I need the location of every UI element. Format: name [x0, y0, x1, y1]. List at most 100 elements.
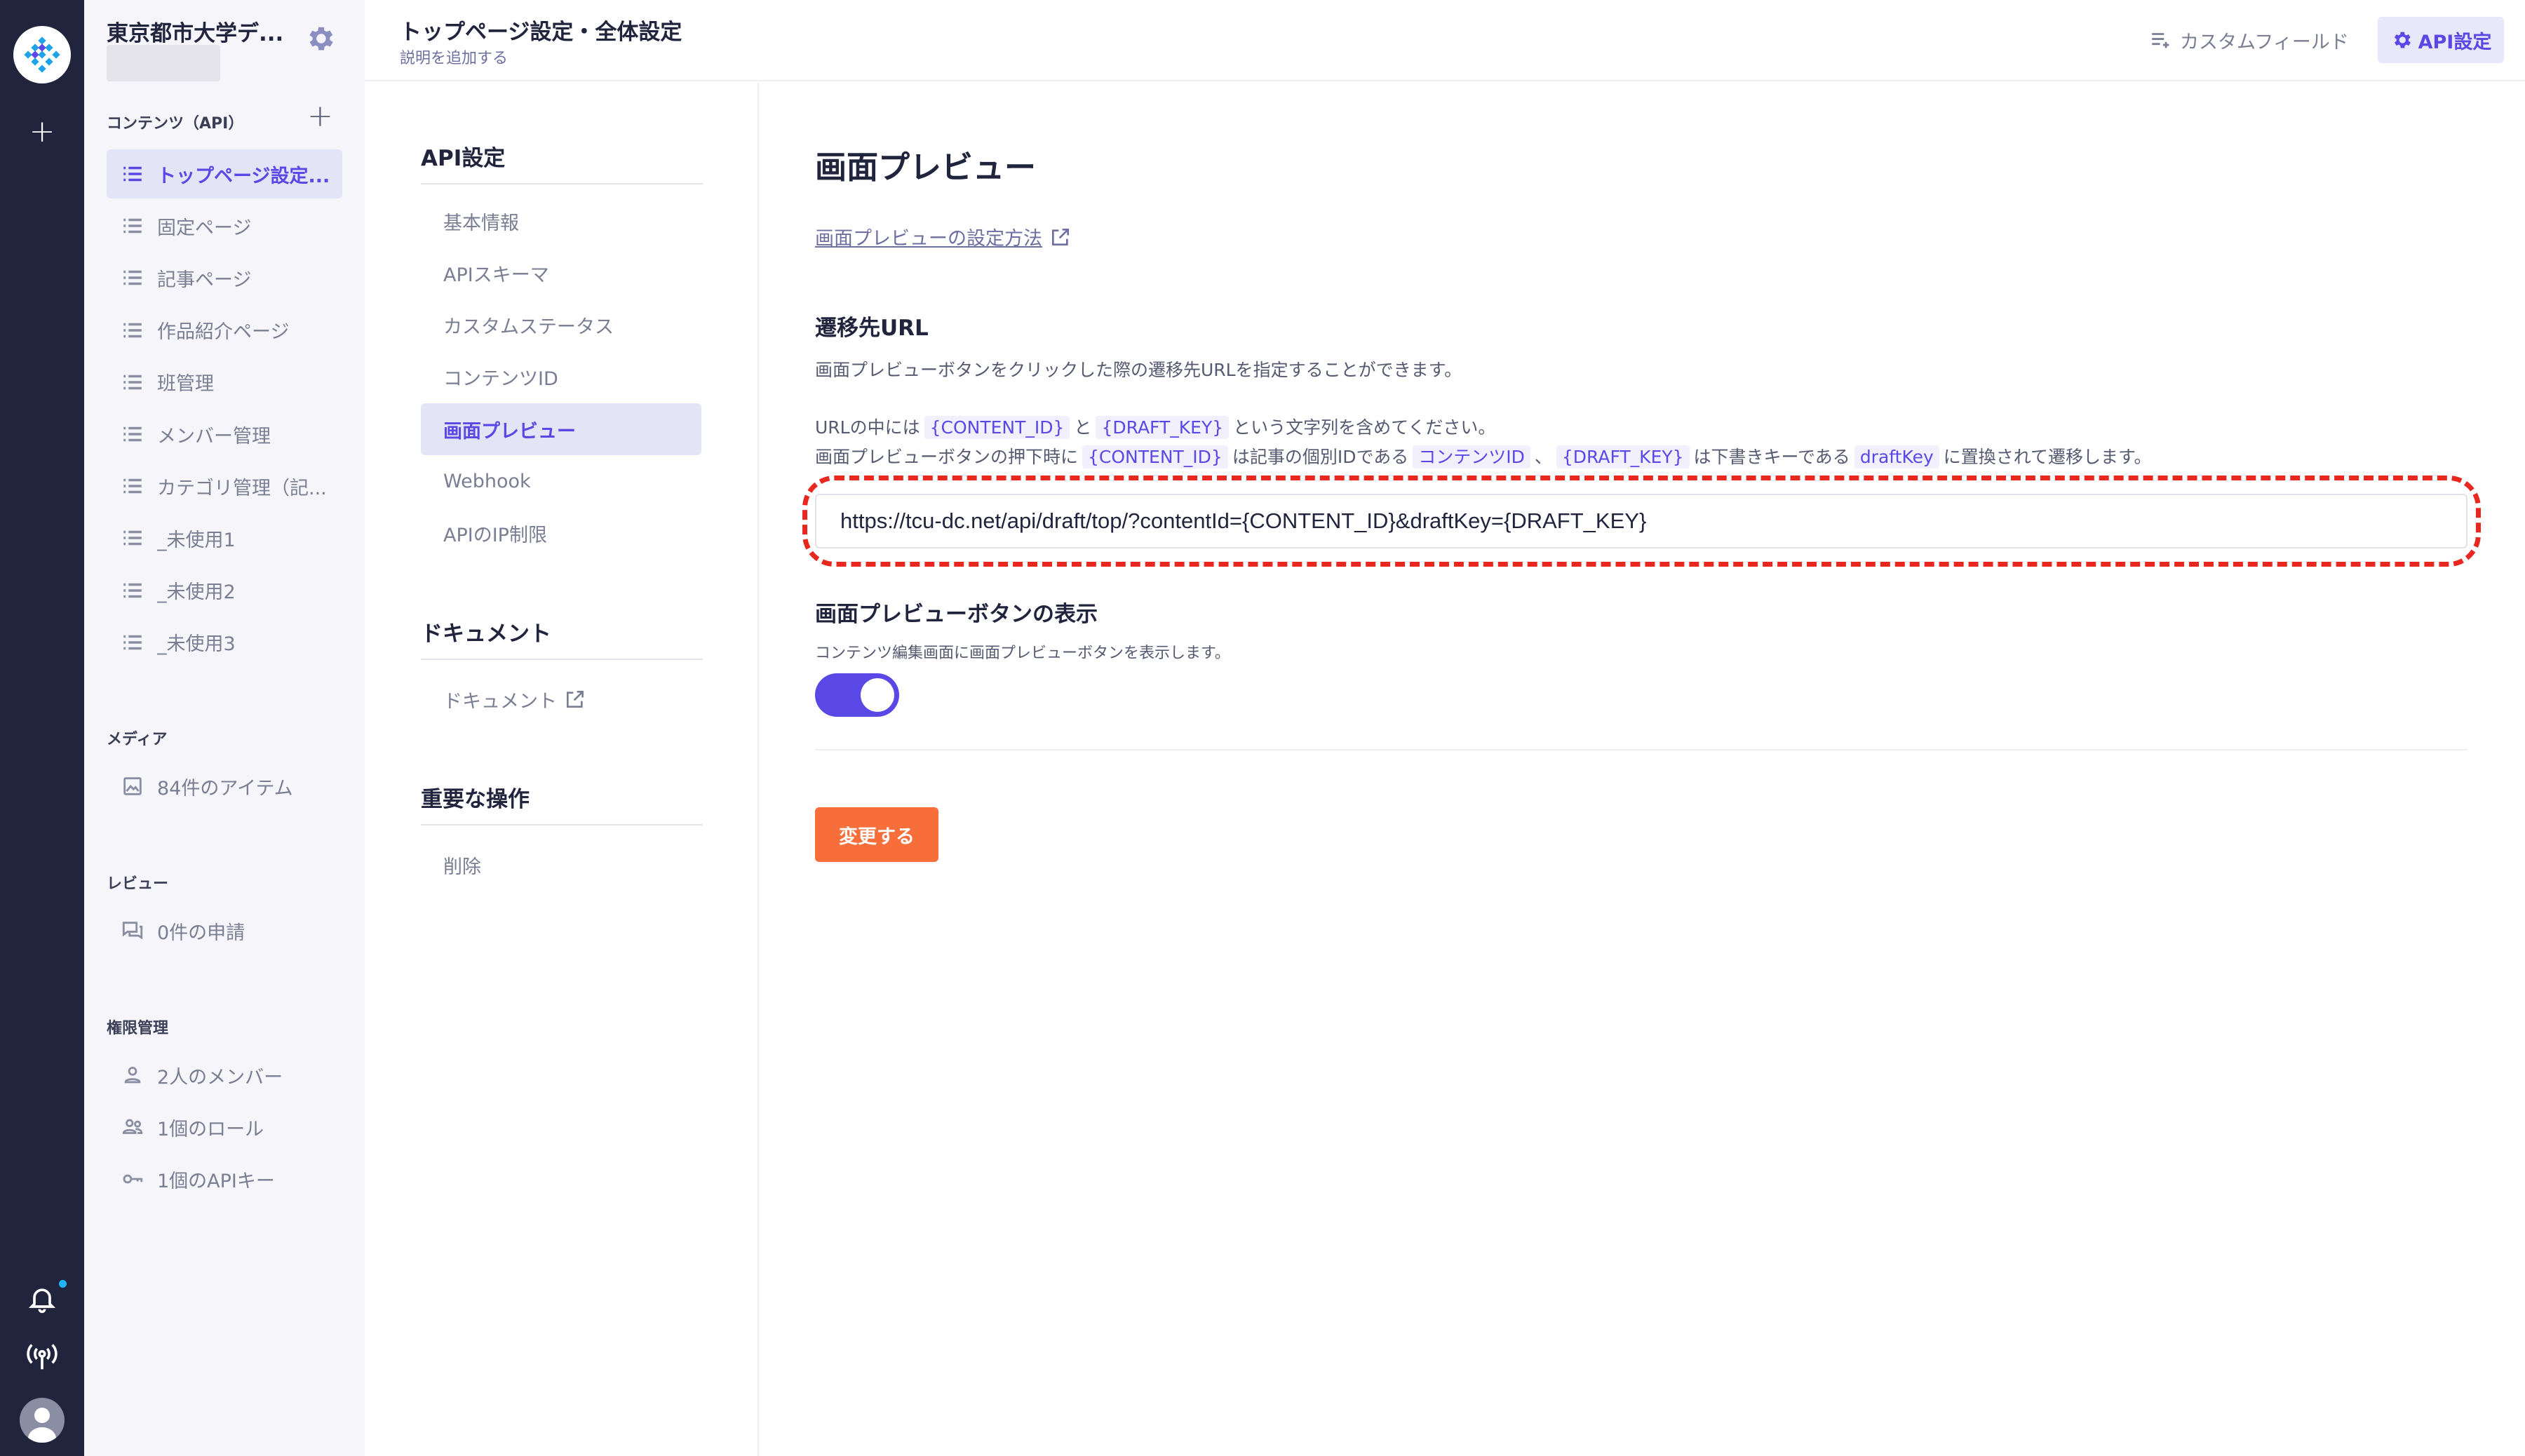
sidebar-item-api[interactable]: _未使用2 [107, 566, 342, 615]
document-heading: ドキュメント [421, 616, 703, 660]
list-icon [123, 635, 142, 649]
divider [815, 749, 2467, 750]
list-icon [123, 375, 142, 389]
submenu-item-label: 画面プレビュー [443, 420, 576, 443]
submenu-item[interactable]: APIのIP制限 [421, 508, 701, 560]
code-draftkey-param: draftKey [1854, 445, 1939, 469]
code-draft-key: {DRAFT_KEY} [1096, 416, 1230, 439]
api-settings-button[interactable]: API設定 [2378, 17, 2504, 63]
sidebar-item-label: _未使用3 [157, 633, 236, 656]
redirect-url-heading: 遷移先URL [815, 316, 929, 341]
chat-icon [122, 922, 143, 940]
sidebar-item-label: 固定ページ [157, 217, 252, 239]
list-icon [123, 478, 142, 494]
code-content-id-label: コンテンツID [1413, 445, 1530, 469]
broadcast-icon[interactable] [25, 1341, 59, 1372]
add-api-icon[interactable]: + [307, 101, 333, 132]
text-fragment: と [1074, 417, 1092, 438]
redirect-url-input[interactable] [815, 494, 2467, 548]
delete-api-link[interactable]: 削除 [421, 839, 701, 891]
review-section-label: レビュー [107, 875, 169, 893]
user-icon [124, 1066, 141, 1084]
submenu-item[interactable]: 基本情報 [421, 195, 701, 247]
gear-icon [2394, 32, 2411, 48]
sidebar-item-api-keys[interactable]: 1個のAPIキー [107, 1154, 342, 1204]
bell-icon[interactable] [27, 1283, 58, 1314]
custom-field-button[interactable]: カスタムフィールド [2149, 22, 2349, 58]
replacement-instruction: 画面プレビューボタンの押下時に {CONTENT_ID} は記事の個別IDである コン… [815, 443, 2152, 469]
sidebar-item-api[interactable]: _未使用3 [107, 618, 342, 667]
service-settings-gear-icon[interactable] [304, 22, 336, 55]
external-link-icon [567, 691, 584, 708]
sidebar-item-label: 1個のロール [157, 1118, 264, 1140]
submenu-item[interactable]: Webhook [421, 456, 701, 508]
service-name[interactable]: 東京都市大学デ... [107, 15, 283, 47]
image-icon [123, 777, 142, 795]
text-fragment: は記事の個別IDである [1232, 447, 1409, 467]
sidebar-item-api[interactable]: トップページ設定... [107, 149, 342, 198]
sidebar-item-api[interactable]: 記事ページ [107, 253, 342, 302]
section-title: 画面プレビュー [815, 149, 1037, 186]
page-header: トップページ設定・全体設定 説明を追加する カスタムフィールド API設定 [365, 0, 2525, 81]
list-icon [123, 531, 142, 546]
submenu-item-label: Webhook [443, 471, 531, 492]
submenu-item-label: APIスキーマ [443, 264, 549, 286]
sidebar-item-label: 1個のAPIキー [157, 1170, 275, 1192]
settings-submenu: API設定 基本情報 APIスキーマ カスタムステータス コンテンツID 画面プレビュー… [365, 83, 759, 1456]
sidebar-item-api[interactable]: 作品紹介ページ [107, 306, 342, 355]
redirect-url-description: 画面プレビューボタンをクリックした際の遷移先URLを指定することができます。 [815, 360, 1462, 380]
submenu-item[interactable]: コンテンツID [421, 351, 701, 403]
sidebar-item-api[interactable]: 固定ページ [107, 201, 342, 250]
microcms-logo-icon[interactable] [13, 26, 71, 83]
notification-dot [59, 1280, 67, 1288]
global-rail: + [0, 0, 84, 1456]
submenu-item-label: カスタムステータス [443, 316, 614, 339]
custom-field-label: カスタムフィールド [2180, 31, 2349, 53]
submenu-item[interactable]: 画面プレビュー [421, 403, 701, 456]
text-fragment: は下書きキーである [1693, 447, 1850, 467]
placeholder-instruction: URLの中には {CONTENT_ID} と {DRAFT_KEY} という文字列を含め… [815, 414, 1495, 439]
code-content-id: {CONTENT_ID} [1082, 445, 1228, 469]
sidebar-item-roles[interactable]: 1個のロール [107, 1103, 342, 1152]
submenu-item-label: APIのIP制限 [443, 525, 547, 547]
sidebar-item-members[interactable]: 2人のメンバー [107, 1051, 342, 1100]
submenu-item-label: 基本情報 [443, 212, 519, 234]
text-fragment: URLの中には [815, 417, 920, 438]
page-title: トップページ設定・全体設定 [400, 20, 682, 45]
sidebar-item-review[interactable]: 0件の申請 [107, 906, 342, 955]
media-section-label: メディア [107, 731, 168, 748]
document-link-label: ドキュメント [443, 690, 557, 713]
api-settings-label: API設定 [2418, 31, 2492, 53]
sidebar-item-media[interactable]: 84件のアイテム [107, 762, 342, 811]
external-link-icon [1052, 228, 1069, 245]
sidebar-item-label: メンバー管理 [157, 425, 271, 447]
sidebar-item-api[interactable]: カテゴリ管理（記... [107, 461, 342, 511]
submit-button[interactable]: 変更する [815, 807, 938, 862]
list-icon [123, 218, 142, 234]
preview-button-toggle[interactable] [815, 673, 899, 717]
main-content: 画面プレビュー 画面プレビューの設定方法 遷移先URL 画面プレビューボタンをク… [759, 83, 2525, 1456]
submenu-item[interactable]: APIスキーマ [421, 247, 701, 299]
add-description-link[interactable]: 説明を追加する [400, 46, 508, 68]
text-fragment: という文字列を含めてください。 [1233, 417, 1496, 438]
service-id-placeholder [107, 45, 220, 81]
list-icon [123, 166, 142, 182]
preview-button-description: コンテンツ編集画面に画面プレビューボタンを表示します。 [815, 645, 1230, 662]
preview-help-label: 画面プレビューの設定方法 [815, 228, 1042, 250]
list-icon [123, 583, 142, 598]
sidebar-item-api[interactable]: _未使用1 [107, 513, 342, 562]
preview-help-link[interactable]: 画面プレビューの設定方法 [815, 223, 1072, 250]
sidebar-item-api[interactable]: 班管理 [107, 358, 342, 407]
list-icon [123, 426, 142, 442]
sidebar-item-label: トップページ設定... [157, 165, 330, 187]
danger-heading: 重要な操作 [421, 781, 703, 825]
service-sidebar: 東京都市大学デ... コンテンツ（API） + トップページ設定... 固定ページ… [84, 0, 365, 1456]
add-service-icon[interactable]: + [27, 116, 58, 147]
document-link[interactable]: ドキュメント [421, 673, 701, 725]
sidebar-item-api[interactable]: メンバー管理 [107, 410, 342, 459]
user-avatar-icon[interactable] [20, 1398, 65, 1443]
delete-api-label: 削除 [443, 856, 481, 878]
list-icon [123, 271, 142, 285]
sidebar-item-label: 84件のアイテム [157, 777, 293, 800]
submenu-item[interactable]: カスタムステータス [421, 299, 701, 351]
